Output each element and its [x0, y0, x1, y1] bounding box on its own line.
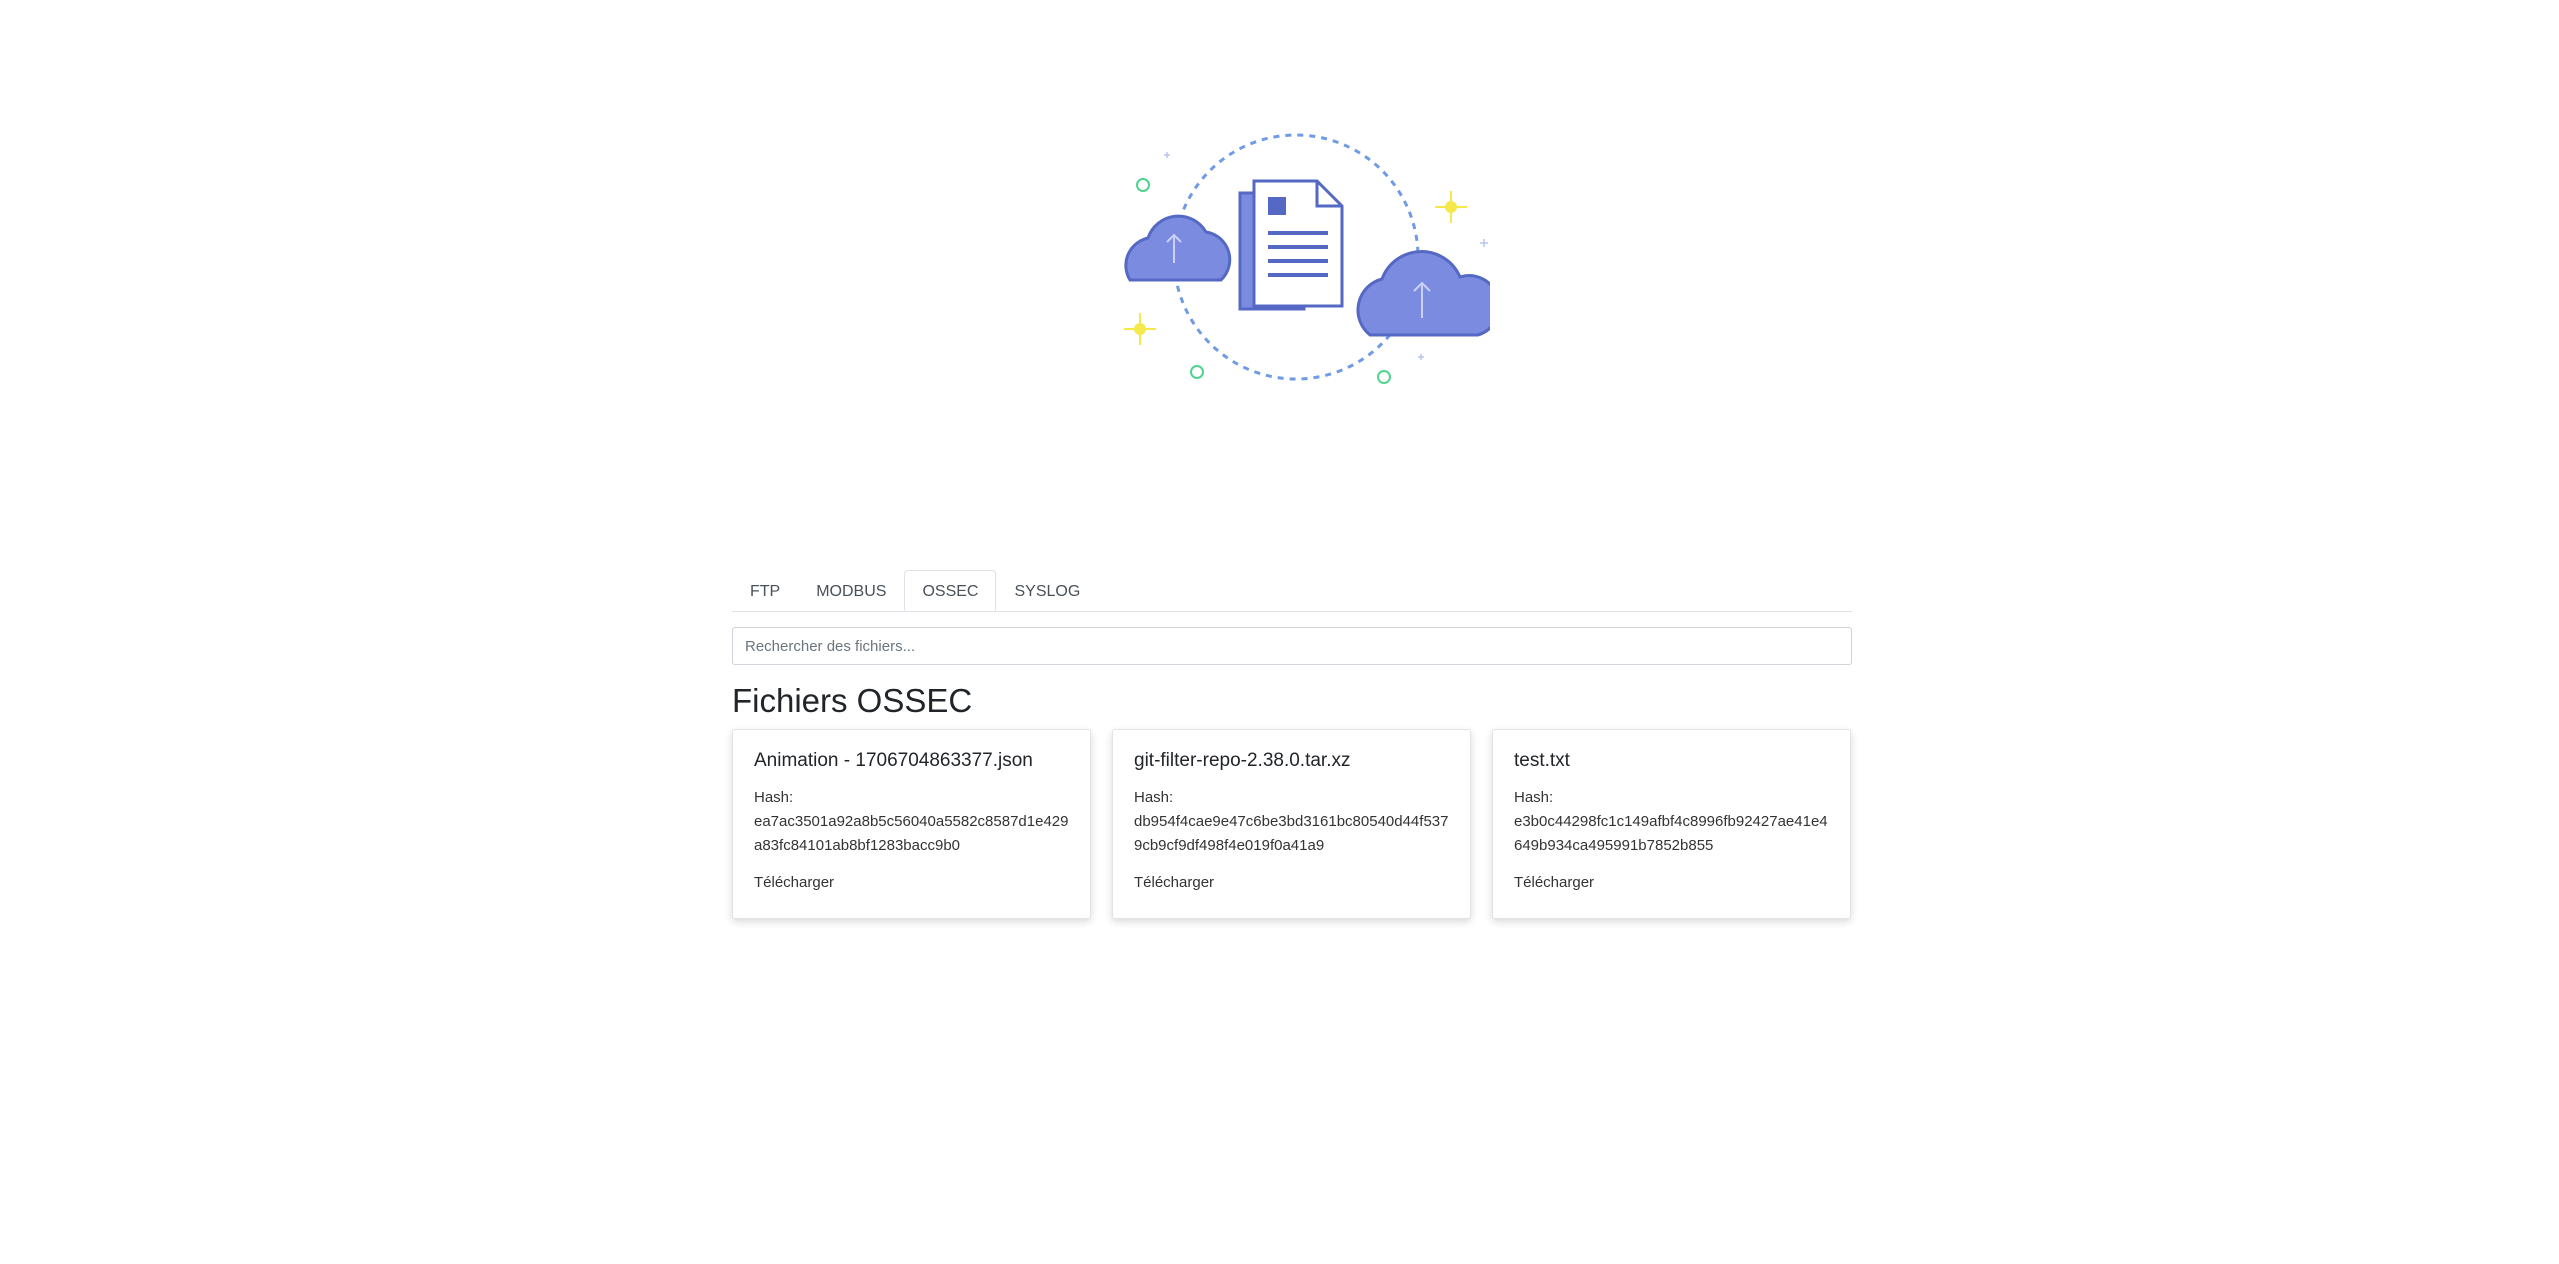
file-card: git-filter-repo-2.38.0.tar.xz Hash: db95…: [1112, 729, 1471, 919]
download-link[interactable]: Télécharger: [1134, 874, 1214, 891]
tab-ftp[interactable]: FTP: [732, 570, 798, 611]
hash-label: Hash:: [1134, 789, 1174, 806]
download-link[interactable]: Télécharger: [754, 874, 834, 891]
tab-modbus[interactable]: MODBUS: [798, 570, 904, 611]
file-name: git-filter-repo-2.38.0.tar.xz: [1134, 750, 1351, 771]
cloud-upload-document-icon: [1124, 133, 1501, 384]
file-name: Animation - 1706704863377.json: [754, 750, 1033, 771]
page-title: Fichiers OSSEC: [732, 682, 973, 719]
main-content: FTP MODBUS OSSEC SYSLOG Fichiers OSSEC A…: [732, 570, 1852, 919]
hash-label: Hash:: [754, 789, 794, 806]
file-name: test.txt: [1514, 750, 1570, 771]
tab-syslog[interactable]: SYSLOG: [996, 570, 1098, 611]
hash-value: ea7ac3501a92a8b5c56040a5582c8587d1e429a8…: [754, 813, 1069, 854]
file-card-list: Animation - 1706704863377.json Hash: ea7…: [732, 729, 1852, 919]
hash-value: e3b0c44298fc1c149afbf4c8996fb92427ae41e4…: [1514, 813, 1828, 854]
search-input[interactable]: [732, 627, 1852, 665]
hero-illustration: [1110, 125, 1501, 395]
file-card: Animation - 1706704863377.json Hash: ea7…: [732, 729, 1091, 919]
file-card: test.txt Hash: e3b0c44298fc1c149afbf4c89…: [1492, 729, 1851, 919]
tab-bar: FTP MODBUS OSSEC SYSLOG: [732, 570, 1852, 612]
tab-ossec[interactable]: OSSEC: [904, 570, 997, 611]
hash-value: db954f4cae9e47c6be3bd3161bc80540d44f5379…: [1134, 813, 1449, 854]
hash-label: Hash:: [1514, 789, 1554, 806]
download-link[interactable]: Télécharger: [1514, 874, 1594, 891]
